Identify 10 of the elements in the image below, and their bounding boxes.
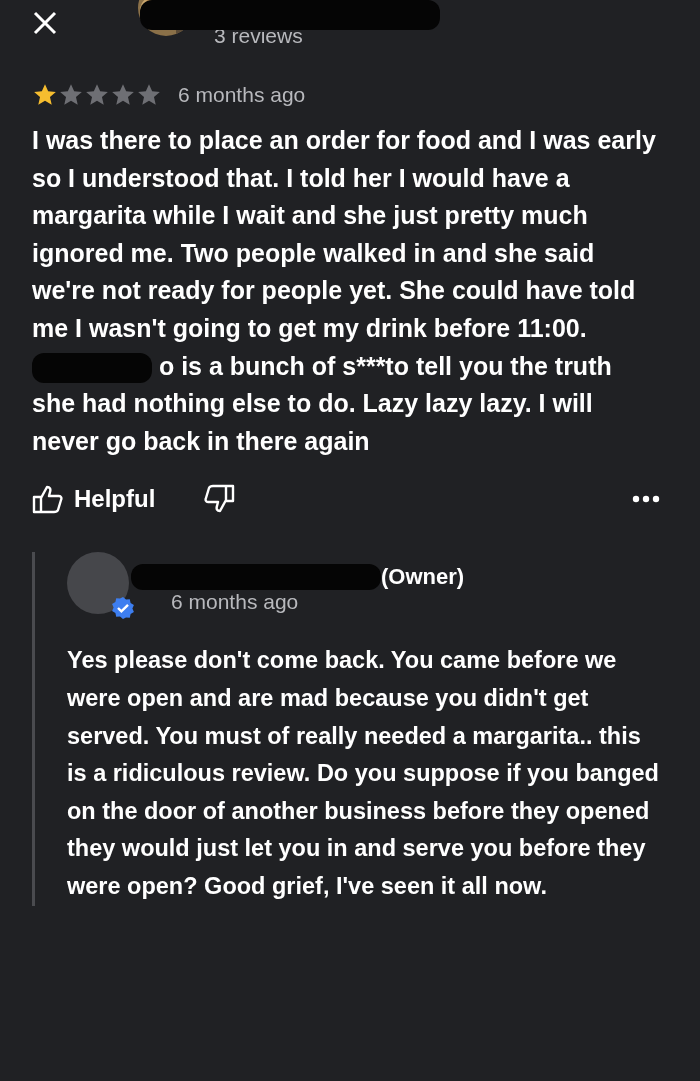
owner-label: (Owner) — [381, 564, 465, 591]
close-icon[interactable] — [32, 10, 58, 36]
reply-text: Yes please don't come back. You came before we were open and are mad because you didn't get served. You must of really needed a margarita.. this is a ridiculous review. Do you suppose if you banged on the door of another business before they opened they would just let you in and serve you before they were open? Good grief, I've seen it all now. — [67, 646, 660, 901]
reply-time: 6 months ago — [171, 590, 300, 615]
thumbs-down-icon[interactable] — [203, 484, 236, 515]
more-options-icon[interactable] — [632, 495, 660, 504]
review-time: 6 months ago — [178, 83, 306, 107]
review-text: I was there to place an order for food and I was early so I understood that. I told her I would have a margarita while I wait and she just pretty much ignored me. Two people walked in and she said we're not ready for people yet. She could have told me I wasn't going to get my drink before 11:00. o is a bunch of s***to tell you the truth she had nothing else to do. Lazy lazy lazy. I will never go back in there again — [32, 125, 657, 457]
helpful-button[interactable]: Helpful — [32, 484, 156, 515]
thumbs-up-icon — [32, 484, 64, 515]
